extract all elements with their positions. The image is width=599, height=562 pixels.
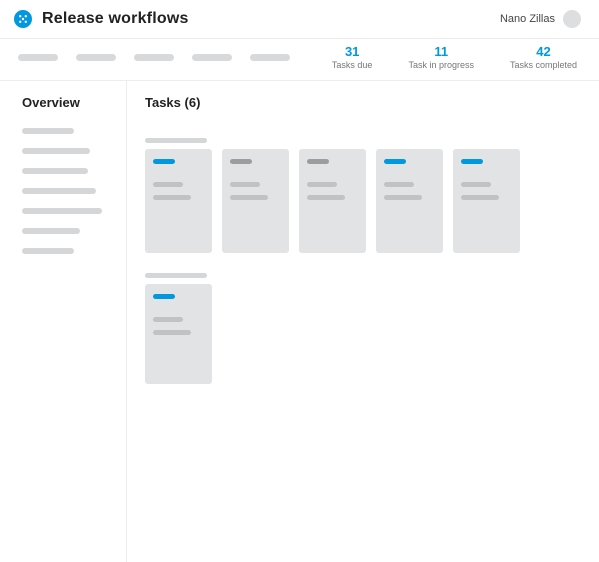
card-text-line	[461, 182, 491, 187]
app-logo-icon	[18, 14, 28, 24]
stat-tasks-completed[interactable]: 42 Tasks completed	[510, 45, 577, 70]
task-card[interactable]	[222, 149, 289, 253]
sidebar-item[interactable]	[22, 188, 96, 194]
card-text-line	[230, 182, 260, 187]
sidebar: Overview	[0, 81, 126, 562]
task-card[interactable]	[145, 149, 212, 253]
card-text-line	[153, 330, 191, 335]
stat-label: Task in progress	[408, 60, 474, 70]
row-label	[145, 138, 207, 143]
status-indicator	[307, 159, 329, 164]
card-text-line	[307, 182, 337, 187]
stat-label: Tasks completed	[510, 60, 577, 70]
status-indicator	[230, 159, 252, 164]
stat-value: 31	[332, 45, 373, 59]
status-indicator	[153, 294, 175, 299]
main-title: Tasks (6)	[145, 95, 583, 110]
task-card[interactable]	[453, 149, 520, 253]
card-text-line	[461, 195, 499, 200]
status-indicator	[461, 159, 483, 164]
stat-tasks-due[interactable]: 31 Tasks due	[332, 45, 373, 70]
main-panel: Tasks (6)	[126, 81, 599, 562]
card-text-line	[384, 182, 414, 187]
task-card[interactable]	[299, 149, 366, 253]
app-logo[interactable]	[14, 10, 32, 28]
card-row	[145, 284, 583, 384]
stat-task-in-progress[interactable]: 11 Task in progress	[408, 45, 474, 70]
user-name[interactable]: Nano Zillas	[500, 13, 555, 25]
nav-pill-row	[18, 54, 290, 61]
nav-pill[interactable]	[192, 54, 232, 61]
stats-row: 31 Tasks due 11 Task in progress 42 Task…	[332, 45, 577, 70]
sidebar-item[interactable]	[22, 248, 74, 254]
nav-pill[interactable]	[76, 54, 116, 61]
status-indicator	[153, 159, 175, 164]
body: Overview Tasks (6)	[0, 81, 599, 562]
sidebar-item[interactable]	[22, 228, 80, 234]
sidebar-item[interactable]	[22, 208, 102, 214]
task-card[interactable]	[145, 284, 212, 384]
sidebar-item[interactable]	[22, 128, 74, 134]
card-text-line	[307, 195, 345, 200]
nav-pill[interactable]	[134, 54, 174, 61]
task-card[interactable]	[376, 149, 443, 253]
stat-label: Tasks due	[332, 60, 373, 70]
stat-value: 11	[408, 45, 474, 59]
sidebar-item[interactable]	[22, 148, 90, 154]
card-text-line	[384, 195, 422, 200]
sidebar-title: Overview	[22, 95, 112, 110]
nav-pill[interactable]	[250, 54, 290, 61]
card-text-line	[230, 195, 268, 200]
card-row	[145, 149, 583, 253]
card-text-line	[153, 195, 191, 200]
page-title: Release workflows	[42, 10, 189, 28]
app-header: Release workflows Nano Zillas	[0, 0, 599, 38]
nav-pill[interactable]	[18, 54, 58, 61]
stats-strip: 31 Tasks due 11 Task in progress 42 Task…	[0, 38, 599, 81]
avatar[interactable]	[563, 10, 581, 28]
status-indicator	[384, 159, 406, 164]
stat-value: 42	[510, 45, 577, 59]
card-text-line	[153, 182, 183, 187]
card-text-line	[153, 317, 183, 322]
sidebar-item[interactable]	[22, 168, 88, 174]
row-label	[145, 273, 207, 278]
